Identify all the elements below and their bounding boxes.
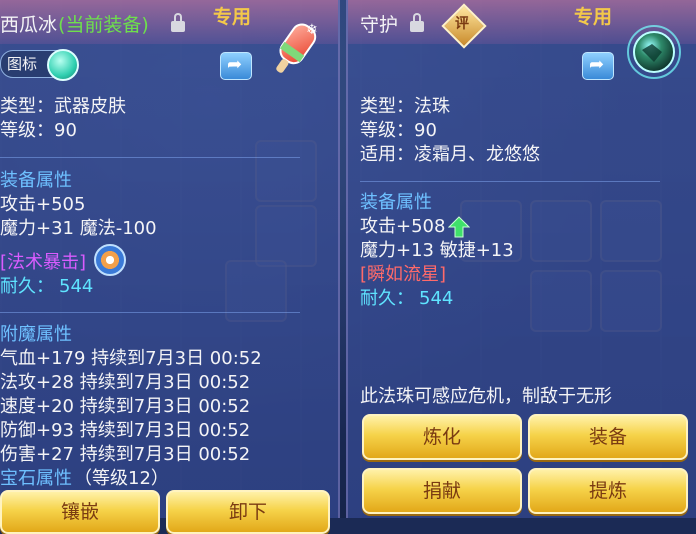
special-skill: [瞬如流星] xyxy=(360,264,447,285)
gem-level: （等级12） xyxy=(74,468,169,489)
durability-label: 耐久： xyxy=(0,276,54,297)
attack-stat: 攻击+505 xyxy=(0,194,86,215)
donate-button[interactable]: 捐献 xyxy=(362,468,522,514)
extract-button[interactable]: 提炼 xyxy=(528,468,688,514)
enchant-line: 气血+179 持续到7月3日 00:52 xyxy=(0,348,262,369)
lock-icon[interactable] xyxy=(410,13,424,32)
equip-attr-header: 装备属性 xyxy=(0,170,72,191)
item-type: 类型：法珠 xyxy=(360,96,450,117)
item-level: 等级：90 xyxy=(360,120,437,141)
enchant-line: 伤害+27 持续到7月3日 00:52 xyxy=(0,444,251,465)
refine-button[interactable]: 炼化 xyxy=(362,414,522,460)
exclusive-label: 专用 xyxy=(574,6,613,28)
icon-toggle[interactable]: 图标 xyxy=(0,49,79,81)
item-name: 守护 xyxy=(360,14,399,36)
durability-label: 耐久： xyxy=(360,288,414,309)
magic-stat: 魔力+31 魔法-100 xyxy=(0,218,157,239)
enchant-attr-header: 附魔属性 xyxy=(0,324,72,345)
skill-refresh-icon[interactable] xyxy=(94,244,126,276)
equipped-status: (当前装备) xyxy=(58,14,149,36)
watermelon-popsicle-icon: ❄ xyxy=(276,22,318,73)
inlay-button[interactable]: 镶嵌 xyxy=(0,490,160,534)
magic-stat: 魔力+13 敏捷+13 xyxy=(360,240,514,261)
stat-up-arrow-icon xyxy=(448,216,470,238)
durability-value: 544 xyxy=(59,276,94,297)
special-skill: [法术暴击] xyxy=(0,252,87,273)
icon-toggle-label: 图标 xyxy=(7,55,38,73)
share-icon[interactable] xyxy=(220,52,252,80)
review-badge-label: 评 xyxy=(455,16,469,32)
lock-icon[interactable] xyxy=(171,13,185,32)
item-type: 类型：武器皮肤 xyxy=(0,96,126,117)
equip-attr-header: 装备属性 xyxy=(360,192,432,213)
item-description: 此法珠可感应危机，制敌于无形 xyxy=(360,386,612,407)
share-icon[interactable] xyxy=(582,52,614,80)
enchant-line: 防御+93 持续到7月3日 00:52 xyxy=(0,420,251,441)
item-name: 西瓜冰 xyxy=(0,14,58,36)
item-level: 等级：90 xyxy=(0,120,77,141)
durability-value: 544 xyxy=(419,288,454,309)
gem-attr-header: 宝石属性 xyxy=(0,468,72,489)
enchant-line: 法攻+28 持续到7月3日 00:52 xyxy=(0,372,251,393)
toggle-knob-icon xyxy=(47,49,79,81)
attack-stat: 攻击+508 xyxy=(360,216,446,237)
equipment-tooltip-compare: 守护 评 专用 类型：法珠 等级：90 适用：凌霜月、龙悠悠 装备属性 攻击+5… xyxy=(346,0,696,518)
enchant-line: 速度+20 持续到7月3日 00:52 xyxy=(0,396,251,417)
unload-button[interactable]: 卸下 xyxy=(166,490,330,534)
orb-gem-icon xyxy=(627,25,681,79)
equipment-tooltip-current: 西瓜冰 (当前装备) 专用 图标 ❄ 类型：武器皮肤 等级：90 装备属性 攻击… xyxy=(0,0,340,534)
applicable-pets: 适用：凌霜月、龙悠悠 xyxy=(360,144,540,165)
divider xyxy=(0,157,300,158)
equip-button[interactable]: 装备 xyxy=(528,414,688,460)
divider xyxy=(0,312,300,313)
divider xyxy=(360,181,660,182)
svg-text:❄: ❄ xyxy=(306,22,318,38)
exclusive-label: 专用 xyxy=(213,6,252,28)
